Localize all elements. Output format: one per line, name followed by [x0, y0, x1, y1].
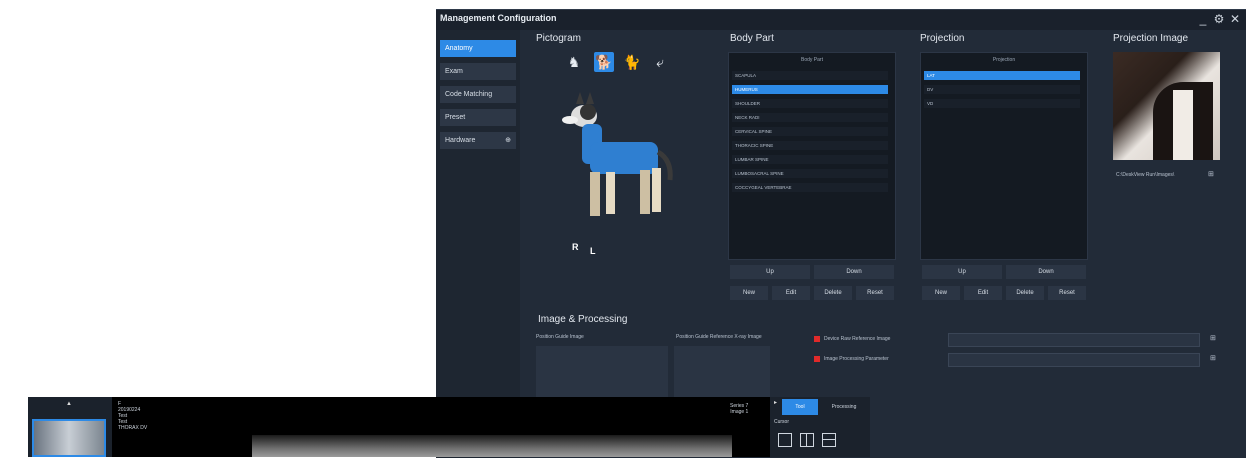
study-description: THORAX DV — [118, 425, 148, 431]
image-processing-title: Image & Processing — [538, 314, 628, 325]
body-part-edit-button[interactable]: Edit — [772, 286, 810, 300]
tool-panel: ▸ Tool Processing Cursor — [770, 397, 870, 457]
image-number: Image 1 — [730, 409, 749, 415]
image-processing-browse-icon[interactable]: ⊞ — [1210, 354, 1216, 362]
projection-list-header: Projection — [992, 57, 1016, 63]
sidebar-item-preset[interactable]: Preset — [440, 109, 516, 126]
xray-viewport[interactable]: F 20190224 Test Test THORAX DV Series 7 … — [112, 397, 770, 457]
right-side-label: R — [572, 242, 579, 252]
list-item[interactable]: LAT — [924, 71, 1080, 80]
settings-button[interactable]: ⚙ — [1212, 12, 1226, 26]
body-part-new-button[interactable]: New — [730, 286, 768, 300]
projection-image-title: Projection Image — [1113, 33, 1189, 44]
body-part-up-button[interactable]: Up — [730, 265, 810, 279]
position-guide-ref-label: Position Guide Reference X-ray Image — [676, 334, 762, 340]
list-item[interactable]: COCCYGEAL VERTEBRAE — [732, 183, 888, 192]
body-part-reset-button[interactable]: Reset — [856, 286, 894, 300]
list-item[interactable]: DV — [924, 85, 1080, 94]
sidebar-item-code-matching[interactable]: Code Matching — [440, 86, 516, 103]
sidebar-item-label: Anatomy — [445, 45, 473, 52]
scroll-up-icon[interactable]: ▲ — [66, 401, 72, 407]
device-raw-browse-icon[interactable]: ⊞ — [1210, 334, 1216, 342]
projection-edit-button[interactable]: Edit — [964, 286, 1002, 300]
projection-delete-button[interactable]: Delete — [1006, 286, 1044, 300]
required-indicator-icon — [814, 336, 820, 342]
projection-new-button[interactable]: New — [922, 286, 960, 300]
tab-processing[interactable]: Processing — [822, 399, 866, 415]
projection-image-path: C:\DeskView Run\Images\ — [1116, 172, 1175, 178]
bird-icon[interactable]: ⤶ — [650, 52, 670, 72]
image-processing-field[interactable] — [948, 353, 1200, 367]
body-part-down-button[interactable]: Down — [814, 265, 894, 279]
expand-icon: ⊕ — [505, 137, 511, 144]
list-item[interactable]: SHOULDER — [732, 99, 888, 108]
series-info-overlay: Series 7 Image 1 — [730, 403, 748, 415]
cat-icon[interactable]: 🐈 — [622, 52, 642, 72]
minimize-button[interactable]: _ — [1196, 12, 1210, 26]
body-part-delete-button[interactable]: Delete — [814, 286, 852, 300]
position-guide-image-label: Position Guide Image — [536, 334, 584, 340]
xray-image — [252, 435, 732, 457]
layout-split-icon[interactable] — [800, 433, 814, 447]
projection-reset-button[interactable]: Reset — [1048, 286, 1086, 300]
list-item[interactable]: VD — [924, 99, 1080, 108]
sidebar-item-label: Code Matching — [445, 91, 493, 98]
browse-icon[interactable]: ⊞ — [1208, 170, 1214, 178]
sidebar-item-exam[interactable]: Exam — [440, 63, 516, 80]
window-title: Management Configuration — [440, 13, 557, 23]
cursor-label: Cursor — [774, 419, 790, 425]
body-part-title: Body Part — [730, 33, 774, 44]
thumbnail-panel: ▲ — [28, 397, 112, 457]
projection-up-button[interactable]: Up — [922, 265, 1002, 279]
required-indicator-icon — [814, 356, 820, 362]
tab-tool[interactable]: Tool — [782, 399, 818, 415]
sidebar-item-label: Exam — [445, 68, 463, 75]
expand-arrow-icon[interactable]: ▸ — [774, 399, 777, 406]
device-raw-label: Device Raw Reference Image — [824, 336, 891, 342]
layout-grid-icon[interactable] — [822, 433, 836, 447]
sidebar-item-anatomy[interactable]: Anatomy — [440, 40, 516, 57]
projection-list: Projection LAT DV VD — [920, 52, 1088, 260]
projection-title: Projection — [920, 33, 965, 44]
sidebar-item-label: Preset — [445, 114, 466, 121]
pictogram-title: Pictogram — [536, 33, 582, 44]
list-item[interactable]: THORACIC SPINE — [732, 141, 888, 150]
image-processing-label: Image Processing Parameter — [824, 356, 889, 362]
list-item[interactable]: SCAPULA — [732, 71, 888, 80]
projection-image-preview[interactable] — [1113, 52, 1220, 160]
projection-down-button[interactable]: Down — [1006, 265, 1086, 279]
layout-single-icon[interactable] — [778, 433, 792, 447]
dog-icon[interactable]: 🐕 — [594, 52, 614, 72]
list-item[interactable]: CERVICAL SPINE — [732, 127, 888, 136]
list-item[interactable]: NECK RADI — [732, 113, 888, 122]
list-item[interactable]: LUMBOSACRAL SPINE — [732, 169, 888, 178]
horse-icon[interactable]: ♞ — [564, 52, 584, 72]
list-item[interactable]: LUMBAR SPINE — [732, 155, 888, 164]
sidebar-item-hardware[interactable]: Hardware ⊕ — [440, 132, 516, 149]
close-button[interactable]: ✕ — [1228, 12, 1242, 26]
left-side-label: L — [590, 246, 596, 256]
management-window: Management Configuration _ ⚙ ✕ Anatomy E… — [436, 9, 1246, 458]
thumbnail-image[interactable] — [32, 419, 106, 457]
sidebar: Anatomy Exam Code Matching Preset Hardwa… — [436, 30, 520, 458]
body-part-list-header: Body Part — [801, 57, 823, 63]
list-item[interactable]: HUMERUS — [732, 85, 888, 94]
device-raw-field[interactable] — [948, 333, 1200, 347]
title-bar: Management Configuration _ ⚙ ✕ — [436, 10, 1246, 30]
body-part-list: Body Part SCAPULA HUMERUS SHOULDER NECK … — [728, 52, 896, 260]
dog-3d-model[interactable] — [556, 90, 686, 250]
sidebar-item-label: Hardware — [445, 137, 476, 144]
patient-info-overlay: F 20190224 Test Test THORAX DV — [118, 401, 147, 431]
